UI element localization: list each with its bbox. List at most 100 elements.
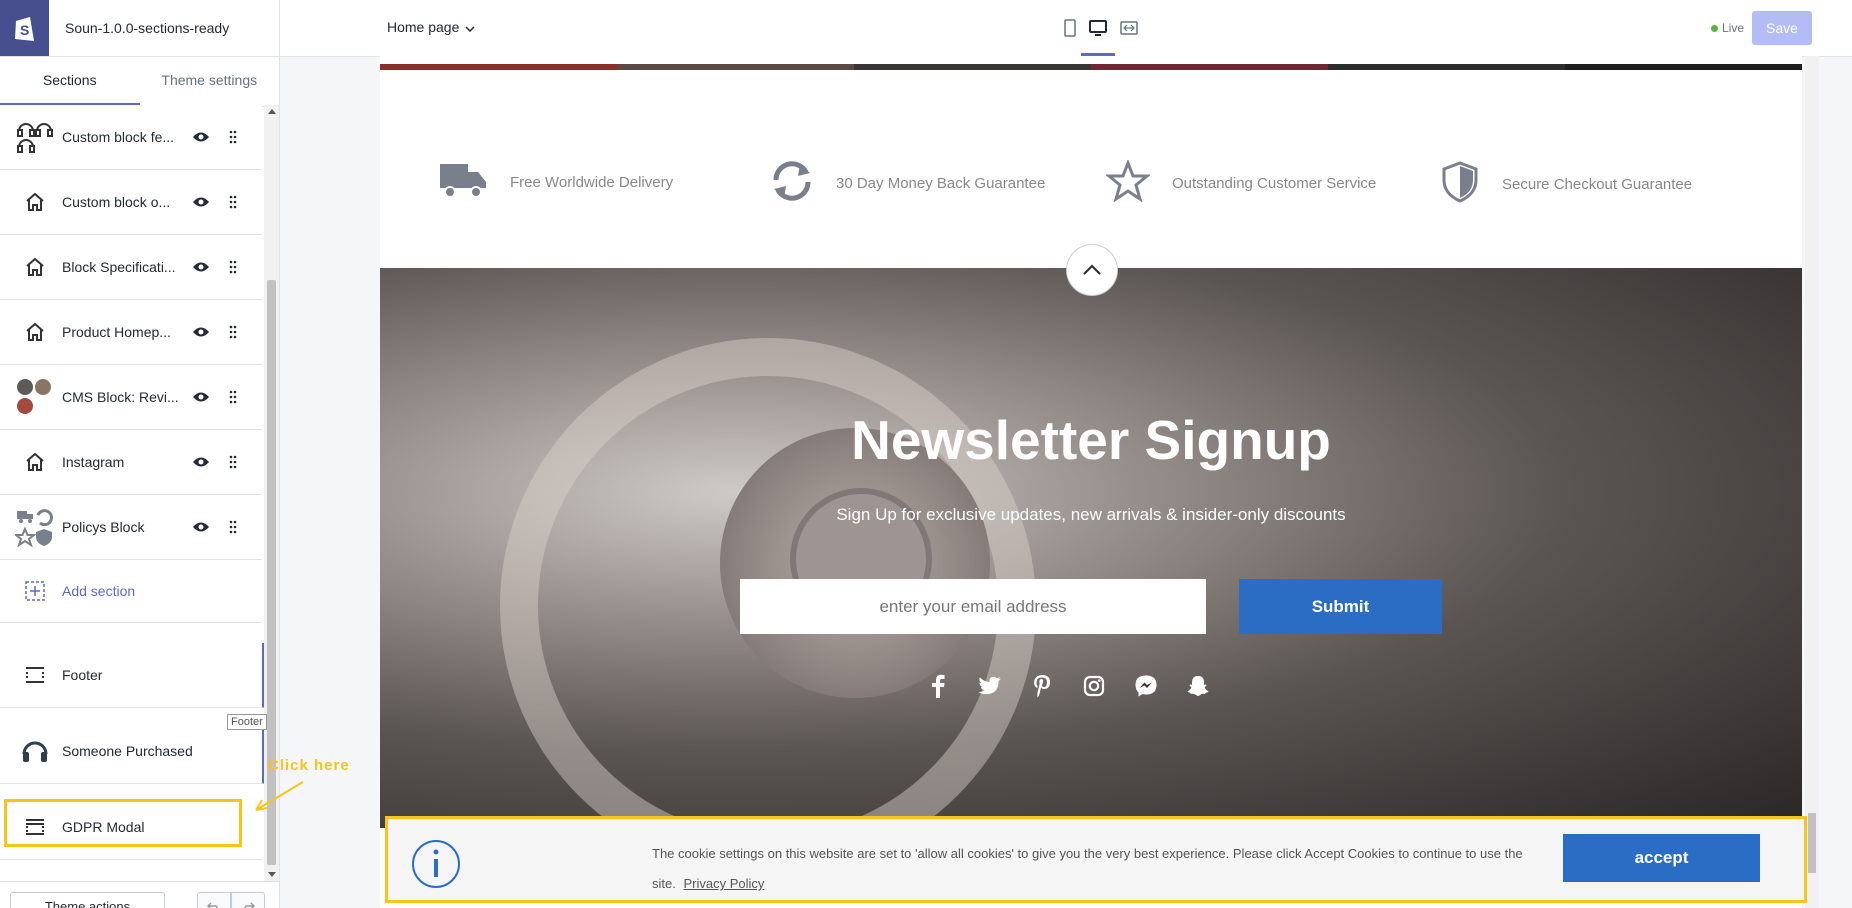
home-icon [12, 439, 58, 485]
instagram-icon[interactable] [1081, 673, 1107, 699]
eye-icon[interactable] [190, 256, 212, 278]
annotation-highlight-box [4, 799, 242, 847]
newsletter-title: Newsletter Signup [851, 409, 1331, 471]
policy-row: Free Worldwide Delivery 30 Day Money Bac… [380, 70, 1802, 270]
policy-item: Outstanding Customer Service [1104, 158, 1377, 207]
eye-icon[interactable] [190, 451, 212, 473]
scroll-to-top-button[interactable] [1066, 244, 1118, 296]
footer-layout-icon [12, 652, 58, 698]
email-input[interactable]: enter your email address [740, 579, 1206, 634]
sidebar: S Soun-1.0.0-sections-ready Sections The… [0, 0, 280, 908]
newsletter-subtitle: Sign Up for exclusive updates, new arriv… [836, 505, 1346, 524]
shopify-logo[interactable]: S [0, 0, 49, 56]
messenger-icon[interactable] [1133, 673, 1159, 699]
star-icon [1104, 158, 1152, 207]
section-label: Custom block o... [62, 194, 171, 210]
drag-handle-icon[interactable] [226, 126, 240, 148]
section-label: Block Specificati... [62, 259, 176, 275]
section-label: Product Homep... [62, 324, 171, 340]
sidebar-tabs: Sections Theme settings [0, 56, 279, 107]
eye-icon[interactable] [190, 516, 212, 538]
chevron-up-icon [1083, 264, 1101, 275]
theme-actions-button[interactable]: Theme actions [10, 892, 165, 908]
click-here-annotation: Click here [268, 757, 350, 774]
preview-scrollbar[interactable] [1805, 56, 1819, 908]
section-item-cms-block-reviews[interactable]: CMS Block: Revi... [0, 365, 262, 430]
section-label: Custom block fe... [62, 129, 175, 145]
editor-topbar: Home page Live Save [280, 0, 1852, 57]
section-item-someone-purchased[interactable]: Someone Purchased [0, 719, 265, 784]
save-button[interactable]: Save [1752, 11, 1812, 45]
tab-sections[interactable]: Sections [0, 57, 140, 106]
theme-preview: Free Worldwide Delivery 30 Day Money Bac… [380, 56, 1802, 908]
eye-icon[interactable] [190, 386, 212, 408]
drag-handle-icon[interactable] [226, 256, 240, 278]
undo-icon[interactable] [197, 892, 231, 908]
section-label: Footer [62, 667, 103, 683]
page-selector[interactable]: Home page [387, 19, 475, 35]
chevron-down-icon [465, 19, 475, 35]
desktop-view-icon[interactable] [1086, 16, 1110, 40]
section-item-custom-block-features[interactable]: Custom block fe... [0, 105, 262, 170]
privacy-policy-link[interactable]: Privacy Policy [683, 876, 764, 891]
drag-handle-icon[interactable] [226, 191, 240, 213]
social-links [925, 673, 1211, 699]
facebook-icon[interactable] [925, 673, 951, 699]
section-label: Instagram [62, 454, 125, 470]
truck-icon [438, 160, 488, 205]
pinterest-icon[interactable] [1029, 673, 1055, 699]
fullscreen-view-icon[interactable] [1117, 16, 1141, 40]
footer-tooltip: Footer [227, 714, 267, 730]
svg-text:S: S [20, 22, 29, 38]
drag-handle-icon[interactable] [226, 386, 240, 408]
policy-item: Secure Checkout Guarantee [1440, 160, 1692, 209]
gdpr-cookie-bar: The cookie settings on this website are … [385, 816, 1807, 903]
newsletter-section: Newsletter Signup Sign Up for exclusive … [380, 268, 1802, 828]
add-section-icon [12, 568, 58, 614]
sidebar-footer: Theme actions [0, 881, 279, 908]
eye-icon[interactable] [190, 126, 212, 148]
section-item-block-specification[interactable]: Block Specificati... [0, 235, 262, 300]
eye-icon[interactable] [190, 191, 212, 213]
scroll-up-icon[interactable] [268, 109, 276, 114]
eye-icon[interactable] [190, 321, 212, 343]
policy-label: Outstanding Customer Service [1172, 175, 1377, 192]
home-icon [12, 179, 58, 225]
page-selector-label: Home page [387, 19, 460, 35]
policy-label: Secure Checkout Guarantee [1502, 176, 1693, 193]
info-icon [411, 839, 460, 888]
section-item-custom-block-o[interactable]: Custom block o... [0, 170, 262, 235]
headphones-icon [12, 114, 58, 160]
redo-icon[interactable] [231, 892, 265, 908]
policy-item: 30 Day Money Back Guarantee [770, 160, 1045, 207]
drag-handle-icon[interactable] [226, 321, 240, 343]
store-name: Soun-1.0.0-sections-ready [65, 20, 230, 36]
section-label: Policys Block [62, 519, 145, 535]
avatars-icon [12, 374, 58, 420]
refresh-icon [770, 160, 814, 207]
drag-handle-icon[interactable] [226, 516, 240, 538]
live-dot-icon [1711, 24, 1718, 32]
cookie-text: The cookie settings on this website are … [652, 846, 1523, 891]
section-item-product-homepage[interactable]: Product Homep... [0, 300, 262, 365]
live-status: Live [1711, 21, 1744, 35]
add-section-button[interactable]: Add section [0, 560, 262, 623]
policy-item: Free Worldwide Delivery [438, 160, 673, 205]
submit-button[interactable]: Submit [1239, 579, 1442, 634]
tab-theme-settings[interactable]: Theme settings [140, 57, 280, 106]
cookie-message: The cookie settings on this website are … [652, 839, 1532, 899]
section-item-footer[interactable]: Footer [0, 643, 265, 708]
policy-label: Free Worldwide Delivery [510, 174, 674, 191]
live-label: Live [1722, 21, 1745, 35]
drag-handle-icon[interactable] [226, 451, 240, 473]
snapchat-icon[interactable] [1185, 673, 1211, 699]
section-item-instagram[interactable]: Instagram [0, 430, 262, 495]
twitter-icon[interactable] [977, 673, 1003, 699]
preview-scroll-thumb[interactable] [1808, 813, 1816, 873]
accept-cookies-button[interactable]: accept [1563, 834, 1760, 882]
section-label: CMS Block: Revi... [62, 389, 179, 405]
scroll-down-icon[interactable] [268, 872, 276, 877]
mobile-view-icon[interactable] [1058, 16, 1082, 40]
section-item-policys-block[interactable]: Policys Block [0, 495, 262, 560]
home-icon [12, 309, 58, 355]
